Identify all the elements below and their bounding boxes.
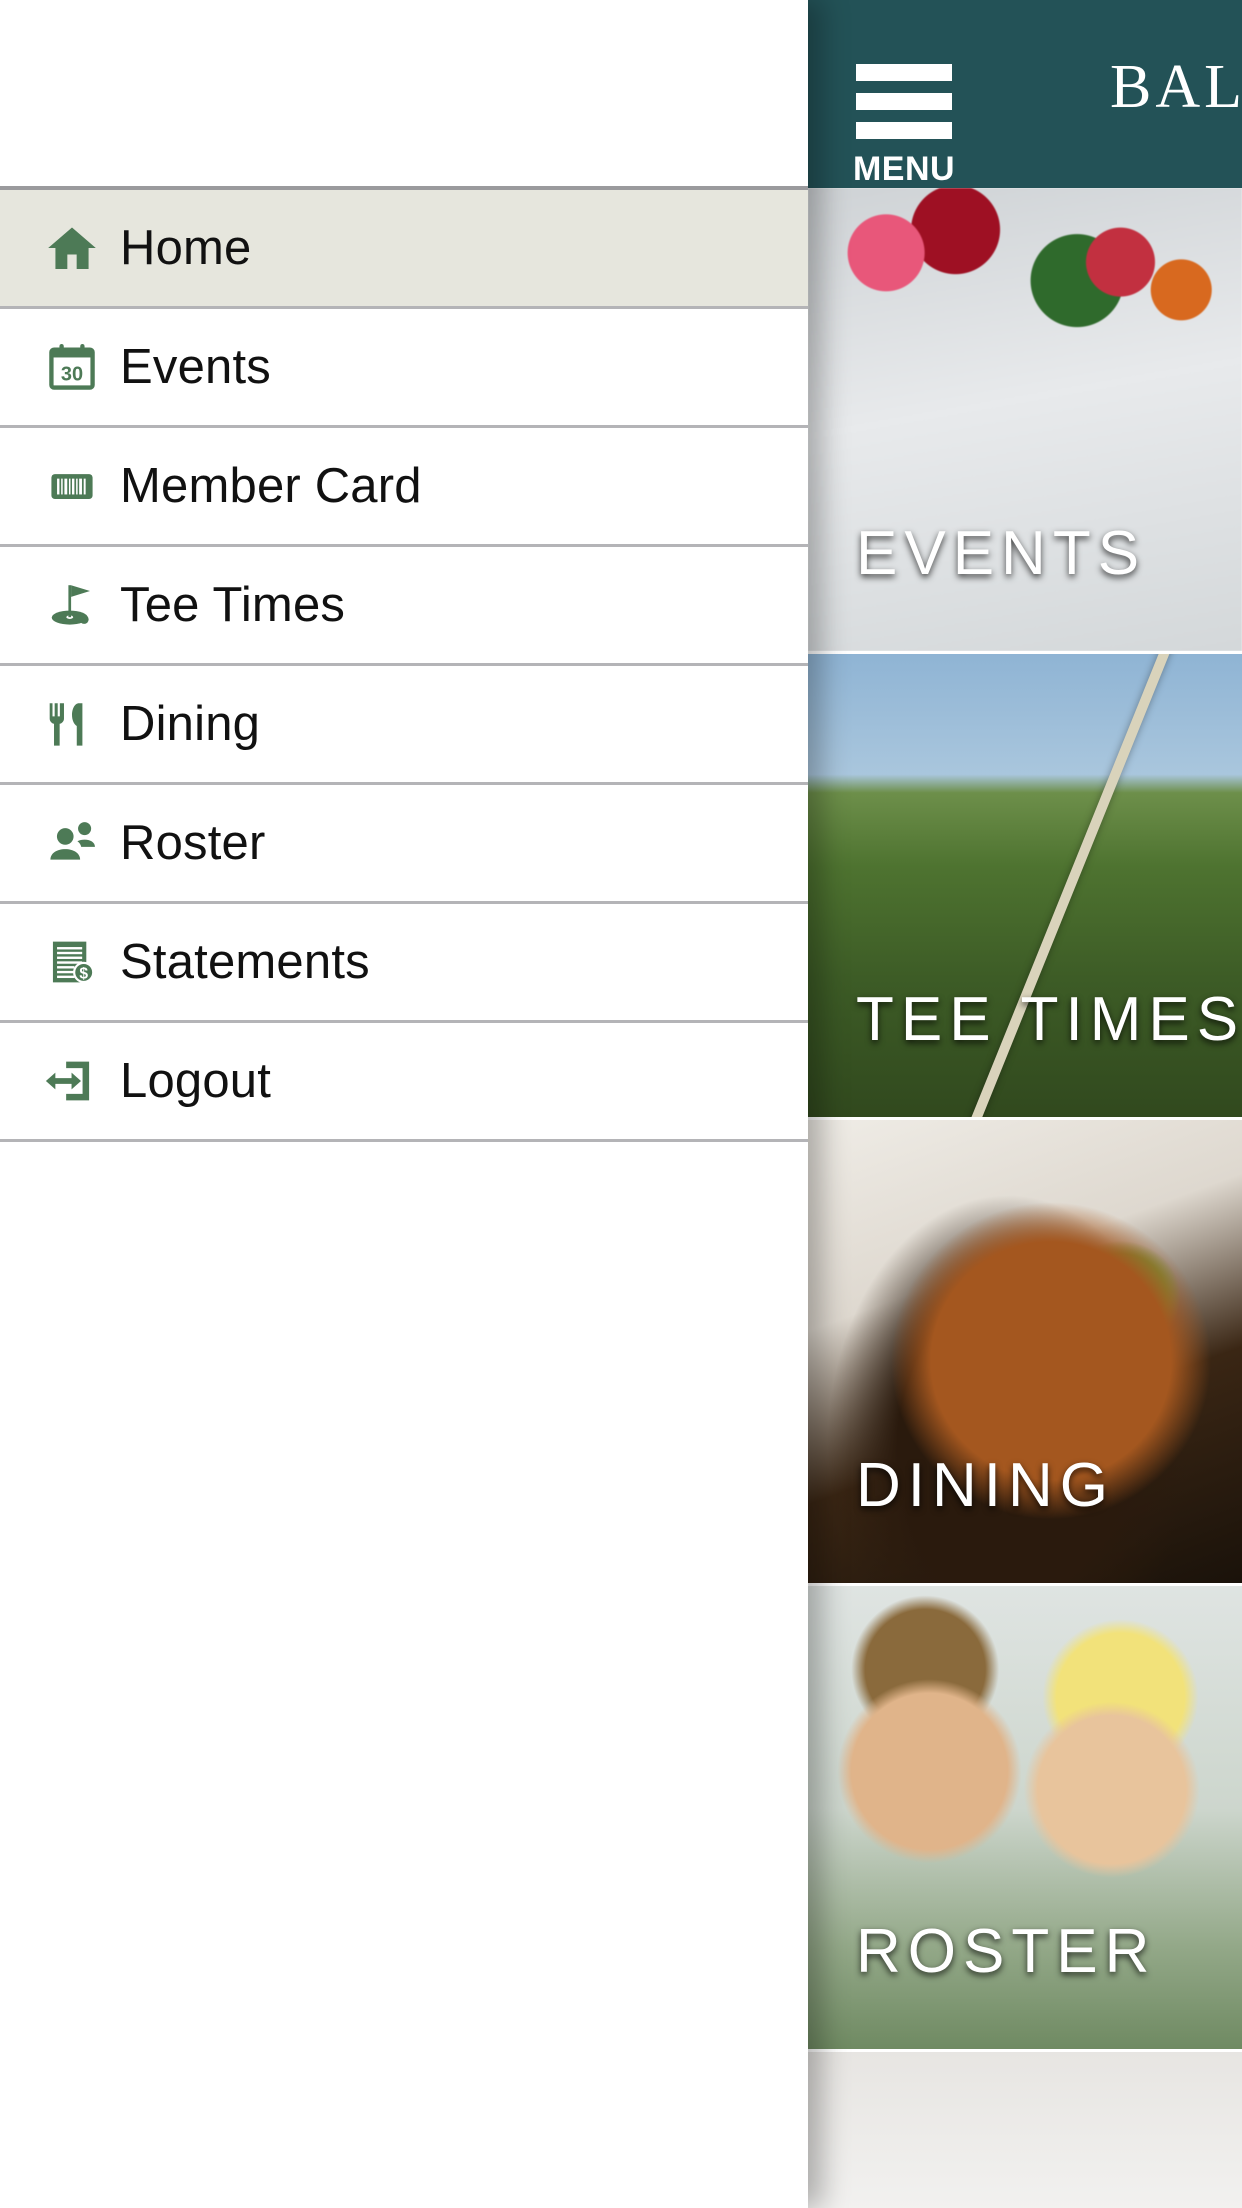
menu-button[interactable]: MENU (852, 64, 956, 187)
card-tee-times[interactable]: TEE TIMES (808, 654, 1242, 1120)
invoice-icon: $ (24, 936, 120, 988)
golf-flag-icon (24, 578, 120, 632)
card-dining[interactable]: DINING (808, 1120, 1242, 1586)
sidebar-item-label: Member Card (120, 459, 422, 513)
hamburger-icon-bar2 (856, 93, 952, 110)
home-icon (24, 220, 120, 276)
sidebar-item-label: Home (120, 221, 252, 275)
svg-text:30: 30 (61, 364, 83, 386)
sidebar-item-label: Roster (120, 816, 266, 870)
people-icon (24, 816, 120, 870)
utensils-icon (24, 698, 120, 750)
sidebar-item-home[interactable]: Home (0, 190, 808, 309)
card-list: EVENTS TEE TIMES DINING ROSTER (808, 188, 1242, 2208)
sidebar-item-label: Statements (120, 935, 370, 989)
svg-text:$: $ (79, 965, 88, 982)
hamburger-icon (856, 64, 952, 81)
card-roster[interactable]: ROSTER (808, 1586, 1242, 2052)
card-label: DINING (856, 1451, 1115, 1520)
sidebar-item-label: Dining (120, 697, 261, 751)
card-label: TEE TIMES (856, 985, 1242, 1054)
sidebar-item-logout[interactable]: Logout (0, 1023, 808, 1142)
sidebar-item-label: Tee Times (120, 578, 346, 632)
calendar-icon: 30 (24, 341, 120, 393)
sidebar-item-tee-times[interactable]: Tee Times (0, 547, 808, 666)
page-title: BALS (1110, 53, 1242, 121)
barcode-icon (24, 460, 120, 512)
logout-icon (24, 1054, 120, 1108)
app-screen: MENU BALS EVENTS TEE TIMES DINING ROSTER (0, 0, 1242, 2208)
sidebar-item-statements[interactable]: $ Statements (0, 904, 808, 1023)
drawer-nav-list: Home 30 Events Member Card Tee Times Din… (0, 186, 808, 1142)
partial-photo (808, 2052, 1242, 2208)
drawer-header-spacer (0, 0, 808, 186)
card-events[interactable]: EVENTS (808, 188, 1242, 654)
sidebar-item-member-card[interactable]: Member Card (0, 428, 808, 547)
navigation-drawer: Home 30 Events Member Card Tee Times Din… (0, 0, 808, 2208)
sidebar-item-dining[interactable]: Dining (0, 666, 808, 785)
hamburger-icon-bar3 (856, 122, 952, 139)
sidebar-item-roster[interactable]: Roster (0, 785, 808, 904)
sidebar-item-events[interactable]: 30 Events (0, 309, 808, 428)
menu-button-label: MENU (852, 150, 956, 188)
sidebar-item-label: Events (120, 340, 271, 394)
sidebar-item-label: Logout (120, 1054, 272, 1108)
card-label: EVENTS (856, 519, 1147, 588)
card-label: ROSTER (856, 1917, 1157, 1986)
card-partial[interactable] (808, 2052, 1242, 2208)
